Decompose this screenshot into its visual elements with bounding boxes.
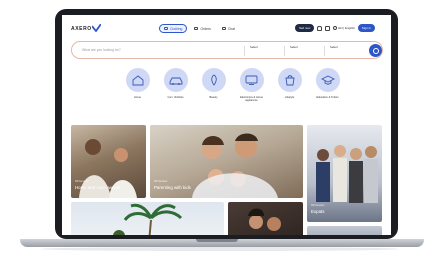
search-button[interactable] <box>369 44 382 57</box>
card-title: Home and care owners <box>75 185 121 190</box>
card-couple-partial[interactable] <box>228 202 303 235</box>
card-parenting-kids[interactable]: NR Services Parenting with kids <box>150 125 303 198</box>
language-label: EN | English <box>338 26 355 30</box>
category-circle <box>239 68 264 92</box>
category-circle <box>315 68 340 92</box>
category-circle <box>163 68 188 92</box>
category-label: Education & Tuition <box>316 96 339 99</box>
card-title: Expats <box>311 209 325 214</box>
category-education[interactable]: Education & Tuition <box>314 68 341 102</box>
laptop-base-notch <box>196 239 238 242</box>
lifestyle-icon <box>284 75 295 86</box>
filter-value: Select <box>250 45 258 49</box>
card-expats[interactable]: NR Services Expats <box>307 125 382 222</box>
tab-clothing[interactable]: Clothing <box>159 24 188 33</box>
sign-in-button[interactable]: Sign in <box>357 24 375 32</box>
sell-now-button[interactable]: Sell now <box>295 24 315 32</box>
tab-label: Orders <box>200 26 211 31</box>
filter-divider <box>324 46 325 56</box>
filter-dropdown-2[interactable]: Select <box>290 44 298 58</box>
category-electronics[interactable]: Electronics & Home appliances <box>238 68 265 102</box>
top-navigation: AXERO Clothing Orders Chat Sell now EN |… <box>62 15 391 43</box>
product-mockup: AXERO Clothing Orders Chat Sell now EN |… <box>0 0 435 255</box>
laptop-screen: AXERO Clothing Orders Chat Sell now EN |… <box>62 15 391 235</box>
shirt-icon <box>164 27 168 30</box>
filter-divider <box>244 46 245 56</box>
category-label: Beauty <box>209 96 218 99</box>
expats-group-photo <box>316 145 378 203</box>
couple-photo <box>248 208 281 231</box>
filter-divider <box>284 46 285 56</box>
card-caption: NR Services <box>75 180 89 183</box>
category-car-vehicles[interactable]: Car / Vehicles <box>162 68 189 102</box>
filter-dropdown-1[interactable]: Select <box>250 44 258 58</box>
car-icon <box>169 77 182 85</box>
beauty-icon <box>210 74 217 86</box>
tab-orders[interactable]: Orders <box>190 24 214 33</box>
category-circle <box>277 68 302 92</box>
home-icon <box>132 74 143 85</box>
filter-value: Select <box>330 45 338 49</box>
brand-mark-icon <box>92 24 101 32</box>
tab-label: Chat <box>227 26 235 31</box>
category-circle <box>201 68 226 92</box>
category-circle <box>125 68 150 92</box>
filter-value: Select <box>290 45 298 49</box>
palm-tree-photo <box>113 203 183 235</box>
card-travel-partial[interactable] <box>71 202 224 235</box>
category-beauty[interactable]: Beauty <box>200 68 227 102</box>
notification-bell-icon[interactable] <box>317 25 323 31</box>
tab-label: Clothing <box>170 26 183 31</box>
box-icon <box>194 27 199 30</box>
cart-icon[interactable] <box>325 25 331 31</box>
card-title: Parenting with kids <box>154 185 191 190</box>
search-input[interactable]: What are you looking for? <box>82 48 121 52</box>
category-row: Home Car / Vehicles Beauty Electronics &… <box>124 68 341 102</box>
graduation-cap-icon <box>320 75 335 85</box>
language-selector[interactable]: EN | English <box>333 26 355 30</box>
search-bar: What are you looking for? Select Select … <box>71 41 383 59</box>
category-label: Electronics & Home appliances <box>240 96 263 103</box>
category-label: Home <box>134 96 141 99</box>
laptop-shadow <box>40 247 400 251</box>
appliance-icon <box>245 75 258 85</box>
card-partial-bottom[interactable] <box>307 226 382 235</box>
brand-logo[interactable]: AXERO <box>71 26 92 32</box>
card-home-care-owners[interactable]: NR Services Home and care owners <box>71 125 146 198</box>
category-label: Lifestyle <box>284 96 295 99</box>
main-tabs: Clothing Orders Chat <box>159 24 239 33</box>
card-caption: NR Services <box>311 204 325 207</box>
category-home[interactable]: Home <box>124 68 151 102</box>
category-label: Car / Vehicles <box>167 96 184 99</box>
globe-icon <box>333 26 338 30</box>
filter-dropdown-3[interactable]: Select <box>330 44 338 58</box>
card-caption: NR Services <box>154 180 168 183</box>
tab-chat[interactable]: Chat <box>218 24 239 33</box>
chat-icon <box>221 27 226 30</box>
account-actions: Sell now EN | English Sign in <box>295 24 375 32</box>
category-lifestyle[interactable]: Lifestyle <box>276 68 303 102</box>
